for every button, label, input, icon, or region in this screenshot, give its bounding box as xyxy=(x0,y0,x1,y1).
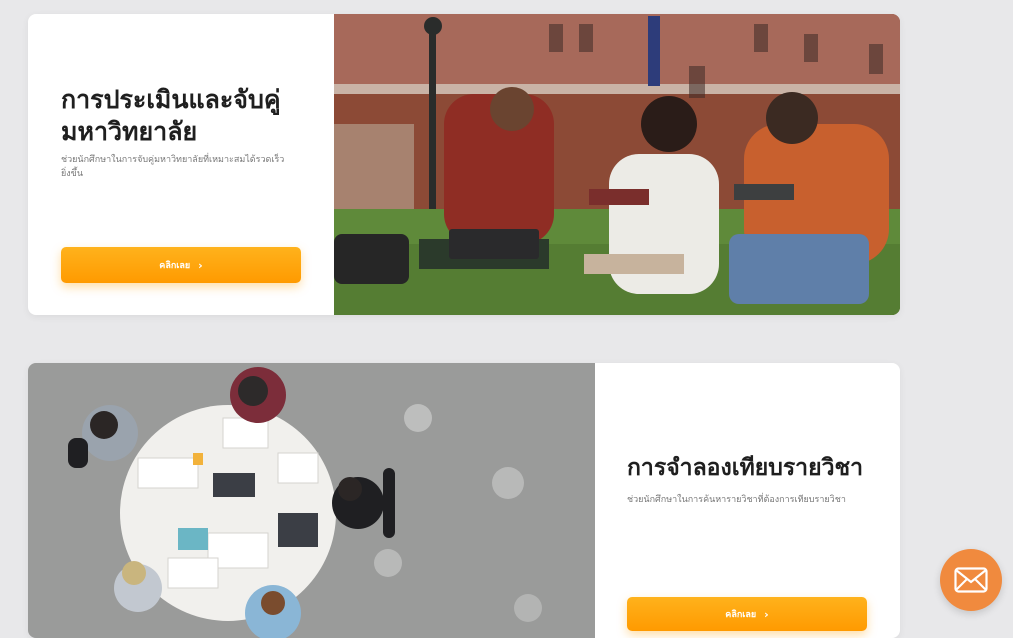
students-campus-photo xyxy=(334,14,900,315)
card-title: การจำลองเทียบรายวิชา xyxy=(627,455,864,481)
card-text-panel: การประเมินและจับคู่มหาวิทยาลัย ช่วยนักศึ… xyxy=(28,14,334,315)
card-subtitle: ช่วยนักศึกษาในการจับคู่มหาวิทยาลัยที่เหม… xyxy=(61,155,285,179)
click-now-button[interactable]: คลิกเลย › xyxy=(61,247,301,283)
contact-mail-button[interactable] xyxy=(940,549,1002,611)
students-table-photo xyxy=(28,363,595,638)
card-title: การประเมินและจับคู่มหาวิทยาลัย xyxy=(61,85,281,146)
card-text-panel: การจำลองเทียบรายวิชา ช่วยนักศึกษาในการค้… xyxy=(595,363,900,638)
course-simulation-card: การจำลองเทียบรายวิชา ช่วยนักศึกษาในการค้… xyxy=(28,363,900,638)
click-now-button[interactable]: คลิกเลย › xyxy=(627,597,867,631)
chevron-right-icon: › xyxy=(764,607,769,621)
mail-icon xyxy=(954,567,988,593)
card-subtitle: ช่วยนักศึกษาในการค้นหารายวิชาที่ต้องการเ… xyxy=(627,495,846,505)
button-label: คลิกเลย xyxy=(159,261,191,271)
chevron-right-icon: › xyxy=(198,258,203,272)
button-label: คลิกเลย xyxy=(725,610,757,620)
university-matching-card: การประเมินและจับคู่มหาวิทยาลัย ช่วยนักศึ… xyxy=(28,14,900,315)
students-campus-illustration xyxy=(334,14,900,315)
students-table-illustration xyxy=(28,363,595,638)
